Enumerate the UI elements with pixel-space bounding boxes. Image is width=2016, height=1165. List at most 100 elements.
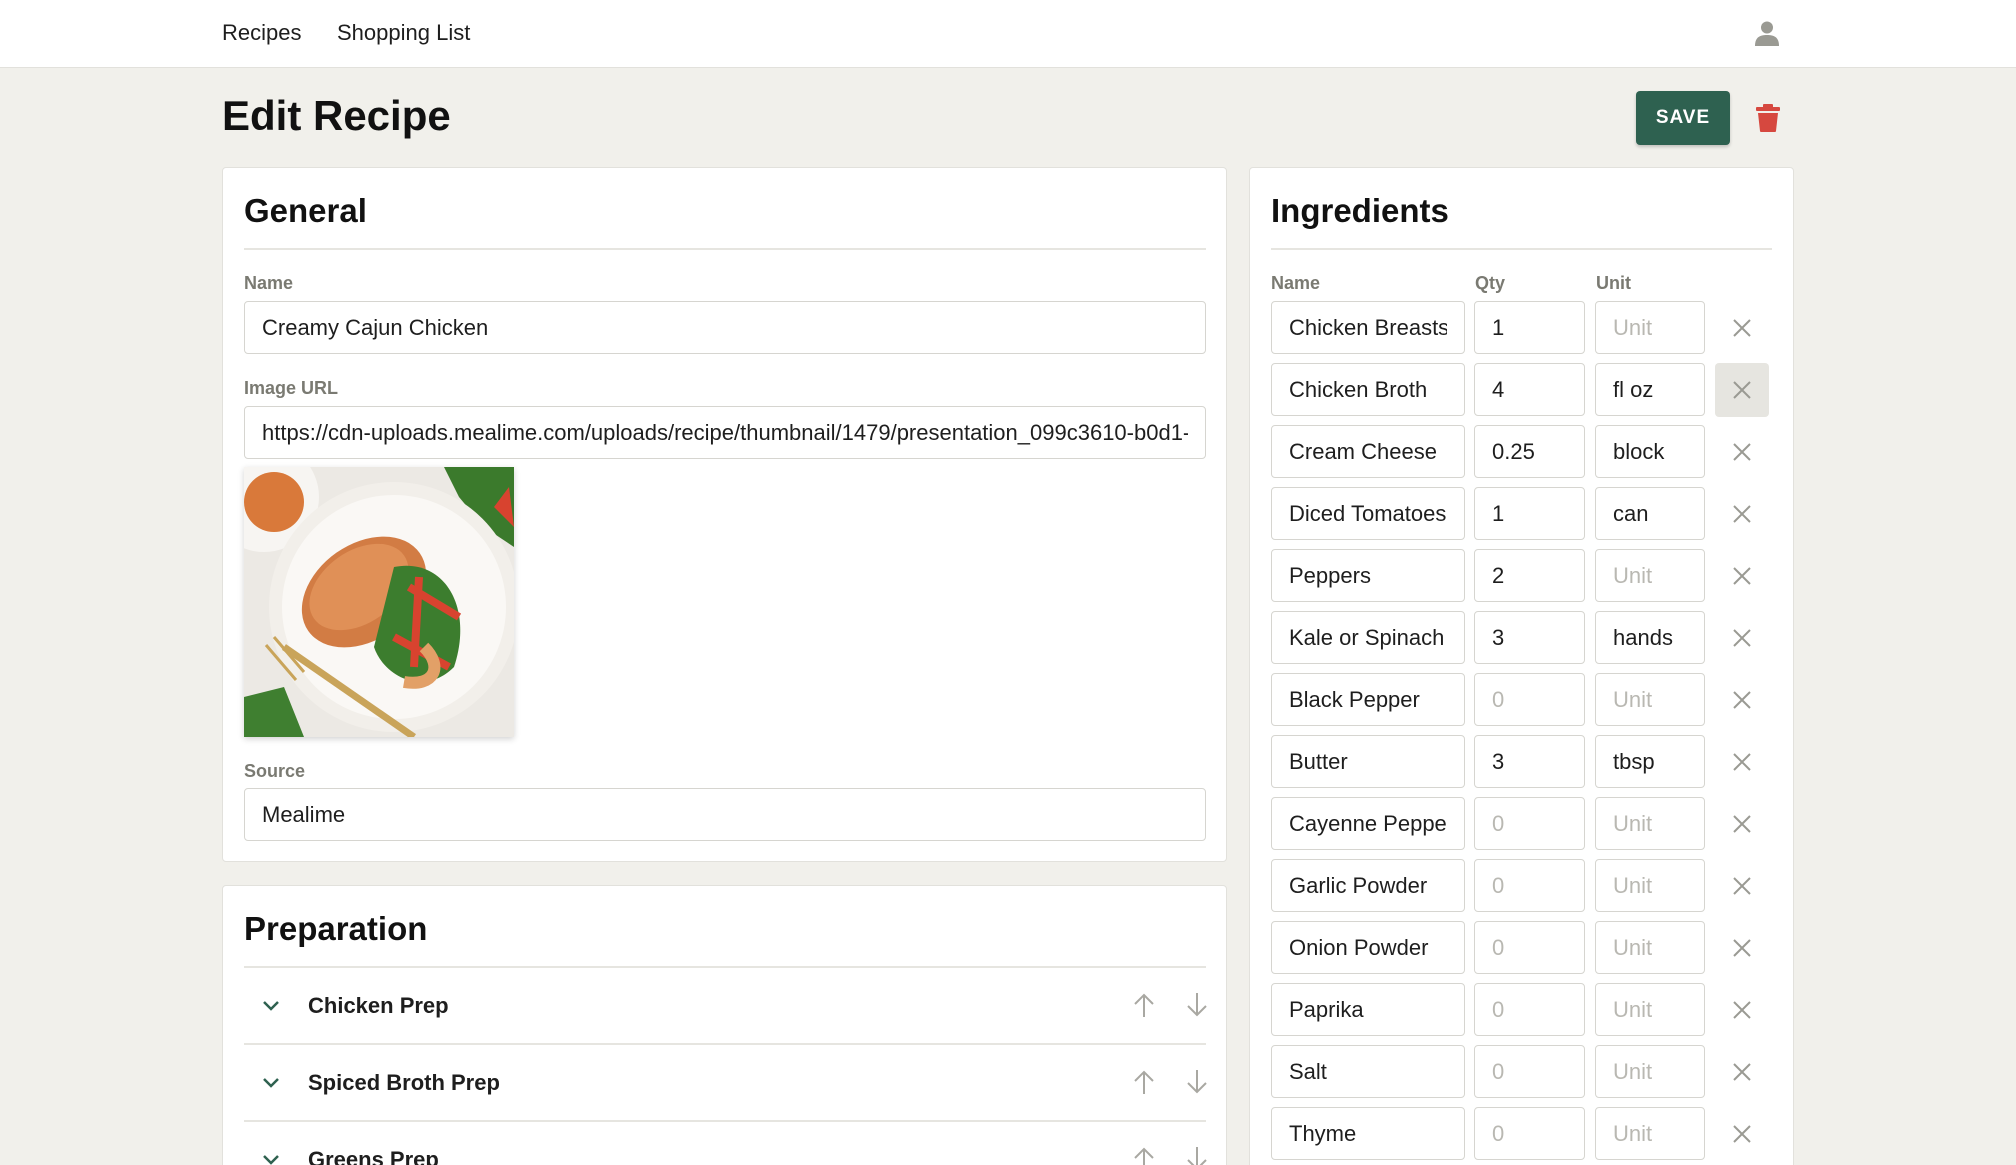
ingredient-qty-input[interactable]: [1474, 1045, 1585, 1098]
image-url-input[interactable]: [244, 406, 1206, 459]
nav-recipes-link[interactable]: Recipes: [222, 20, 301, 46]
remove-ingredient-button[interactable]: [1715, 611, 1769, 665]
ingredient-row: [1271, 363, 1771, 419]
ingredient-qty-input[interactable]: [1474, 1107, 1585, 1160]
ingredient-row: [1271, 797, 1771, 853]
chevron-down-icon[interactable]: [261, 1072, 281, 1092]
arrow-down-icon[interactable]: [1185, 1146, 1209, 1165]
ingredient-unit-input[interactable]: [1595, 425, 1705, 478]
ingredient-unit-header: Unit: [1596, 273, 1631, 293]
remove-ingredient-button[interactable]: [1715, 983, 1769, 1037]
nav-shopping-list-link[interactable]: Shopping List: [337, 20, 470, 46]
close-icon: [1733, 691, 1751, 709]
ingredient-unit-input[interactable]: [1595, 921, 1705, 974]
ingredient-qty-input[interactable]: [1474, 735, 1585, 788]
remove-ingredient-button[interactable]: [1715, 859, 1769, 913]
ingredient-unit-input[interactable]: [1595, 1107, 1705, 1160]
ingredient-row: [1271, 921, 1771, 977]
ingredient-unit-input[interactable]: [1595, 673, 1705, 726]
remove-ingredient-button[interactable]: [1715, 549, 1769, 603]
remove-ingredient-button[interactable]: [1715, 1107, 1769, 1161]
ingredient-row: [1271, 301, 1771, 357]
ingredient-qty-input[interactable]: [1474, 859, 1585, 912]
ingredient-unit-input[interactable]: [1595, 549, 1705, 602]
ingredient-qty-input[interactable]: [1474, 611, 1585, 664]
arrow-up-icon[interactable]: [1132, 1146, 1156, 1165]
ingredient-name-input[interactable]: [1271, 1045, 1465, 1098]
ingredient-unit-input[interactable]: [1595, 797, 1705, 850]
ingredient-name-header: Name: [1271, 273, 1321, 293]
ingredient-unit-input[interactable]: [1595, 735, 1705, 788]
prep-section-row[interactable]: Chicken Prep: [244, 966, 1209, 1043]
arrow-down-icon[interactable]: [1185, 992, 1209, 1018]
chevron-down-icon[interactable]: [261, 995, 281, 1015]
ingredient-qty-input[interactable]: [1474, 363, 1585, 416]
ingredient-unit-input[interactable]: [1595, 983, 1705, 1036]
close-icon: [1733, 567, 1751, 585]
arrow-down-icon[interactable]: [1185, 1069, 1209, 1095]
prep-section-label: Spiced Broth Prep: [308, 1070, 500, 1095]
prep-section-label: Greens Prep: [308, 1147, 439, 1165]
ingredient-name-input[interactable]: [1271, 859, 1465, 912]
ingredient-qty-input[interactable]: [1474, 673, 1585, 726]
prep-section-row[interactable]: Greens Prep: [244, 1120, 1209, 1165]
ingredients-title: Ingredients: [1271, 192, 1449, 229]
recipe-name-input[interactable]: [244, 301, 1206, 354]
preparation-title: Preparation: [244, 910, 428, 947]
source-input[interactable]: [244, 788, 1206, 841]
arrow-up-icon[interactable]: [1132, 992, 1156, 1018]
ingredient-name-input[interactable]: [1271, 549, 1465, 602]
close-icon: [1733, 815, 1751, 833]
ingredient-unit-input[interactable]: [1595, 301, 1705, 354]
ingredient-unit-input[interactable]: [1595, 1045, 1705, 1098]
ingredient-qty-input[interactable]: [1474, 549, 1585, 602]
close-icon: [1733, 319, 1751, 337]
prep-section-row[interactable]: Spiced Broth Prep: [244, 1043, 1209, 1120]
ingredient-name-input[interactable]: [1271, 425, 1465, 478]
name-label: Name: [244, 273, 294, 293]
ingredient-row: [1271, 1045, 1771, 1101]
close-icon: [1733, 939, 1751, 957]
ingredient-name-input[interactable]: [1271, 487, 1465, 540]
ingredient-unit-input[interactable]: [1595, 859, 1705, 912]
remove-ingredient-button[interactable]: [1715, 735, 1769, 789]
remove-ingredient-button[interactable]: [1715, 363, 1769, 417]
ingredient-qty-input[interactable]: [1474, 425, 1585, 478]
ingredient-qty-input[interactable]: [1474, 301, 1585, 354]
ingredient-name-input[interactable]: [1271, 735, 1465, 788]
ingredient-row: [1271, 735, 1771, 791]
ingredient-qty-input[interactable]: [1474, 921, 1585, 974]
ingredient-name-input[interactable]: [1271, 1107, 1465, 1160]
ingredient-name-input[interactable]: [1271, 983, 1465, 1036]
close-icon: [1733, 505, 1751, 523]
close-icon: [1733, 629, 1751, 647]
ingredient-name-input[interactable]: [1271, 363, 1465, 416]
save-button[interactable]: SAVE: [1636, 91, 1730, 145]
ingredient-qty-input[interactable]: [1474, 487, 1585, 540]
remove-ingredient-button[interactable]: [1715, 921, 1769, 975]
ingredient-name-input[interactable]: [1271, 301, 1465, 354]
trash-icon[interactable]: [1756, 104, 1780, 132]
user-icon[interactable]: [1754, 20, 1780, 46]
divider: [244, 248, 1206, 250]
remove-ingredient-button[interactable]: [1715, 673, 1769, 727]
remove-ingredient-button[interactable]: [1715, 425, 1769, 479]
remove-ingredient-button[interactable]: [1715, 1045, 1769, 1099]
remove-ingredient-button[interactable]: [1715, 487, 1769, 541]
ingredient-qty-input[interactable]: [1474, 797, 1585, 850]
ingredient-name-input[interactable]: [1271, 921, 1465, 974]
ingredient-row: [1271, 549, 1771, 605]
source-label: Source: [244, 761, 306, 781]
ingredient-qty-input[interactable]: [1474, 983, 1585, 1036]
arrow-up-icon[interactable]: [1132, 1069, 1156, 1095]
ingredient-unit-input[interactable]: [1595, 611, 1705, 664]
ingredient-name-input[interactable]: [1271, 673, 1465, 726]
remove-ingredient-button[interactable]: [1715, 797, 1769, 851]
ingredient-unit-input[interactable]: [1595, 487, 1705, 540]
ingredient-name-input[interactable]: [1271, 797, 1465, 850]
remove-ingredient-button[interactable]: [1715, 301, 1769, 355]
ingredient-unit-input[interactable]: [1595, 363, 1705, 416]
general-card: General Name Image URL Source: [222, 167, 1227, 862]
chevron-down-icon[interactable]: [261, 1149, 281, 1165]
ingredient-name-input[interactable]: [1271, 611, 1465, 664]
